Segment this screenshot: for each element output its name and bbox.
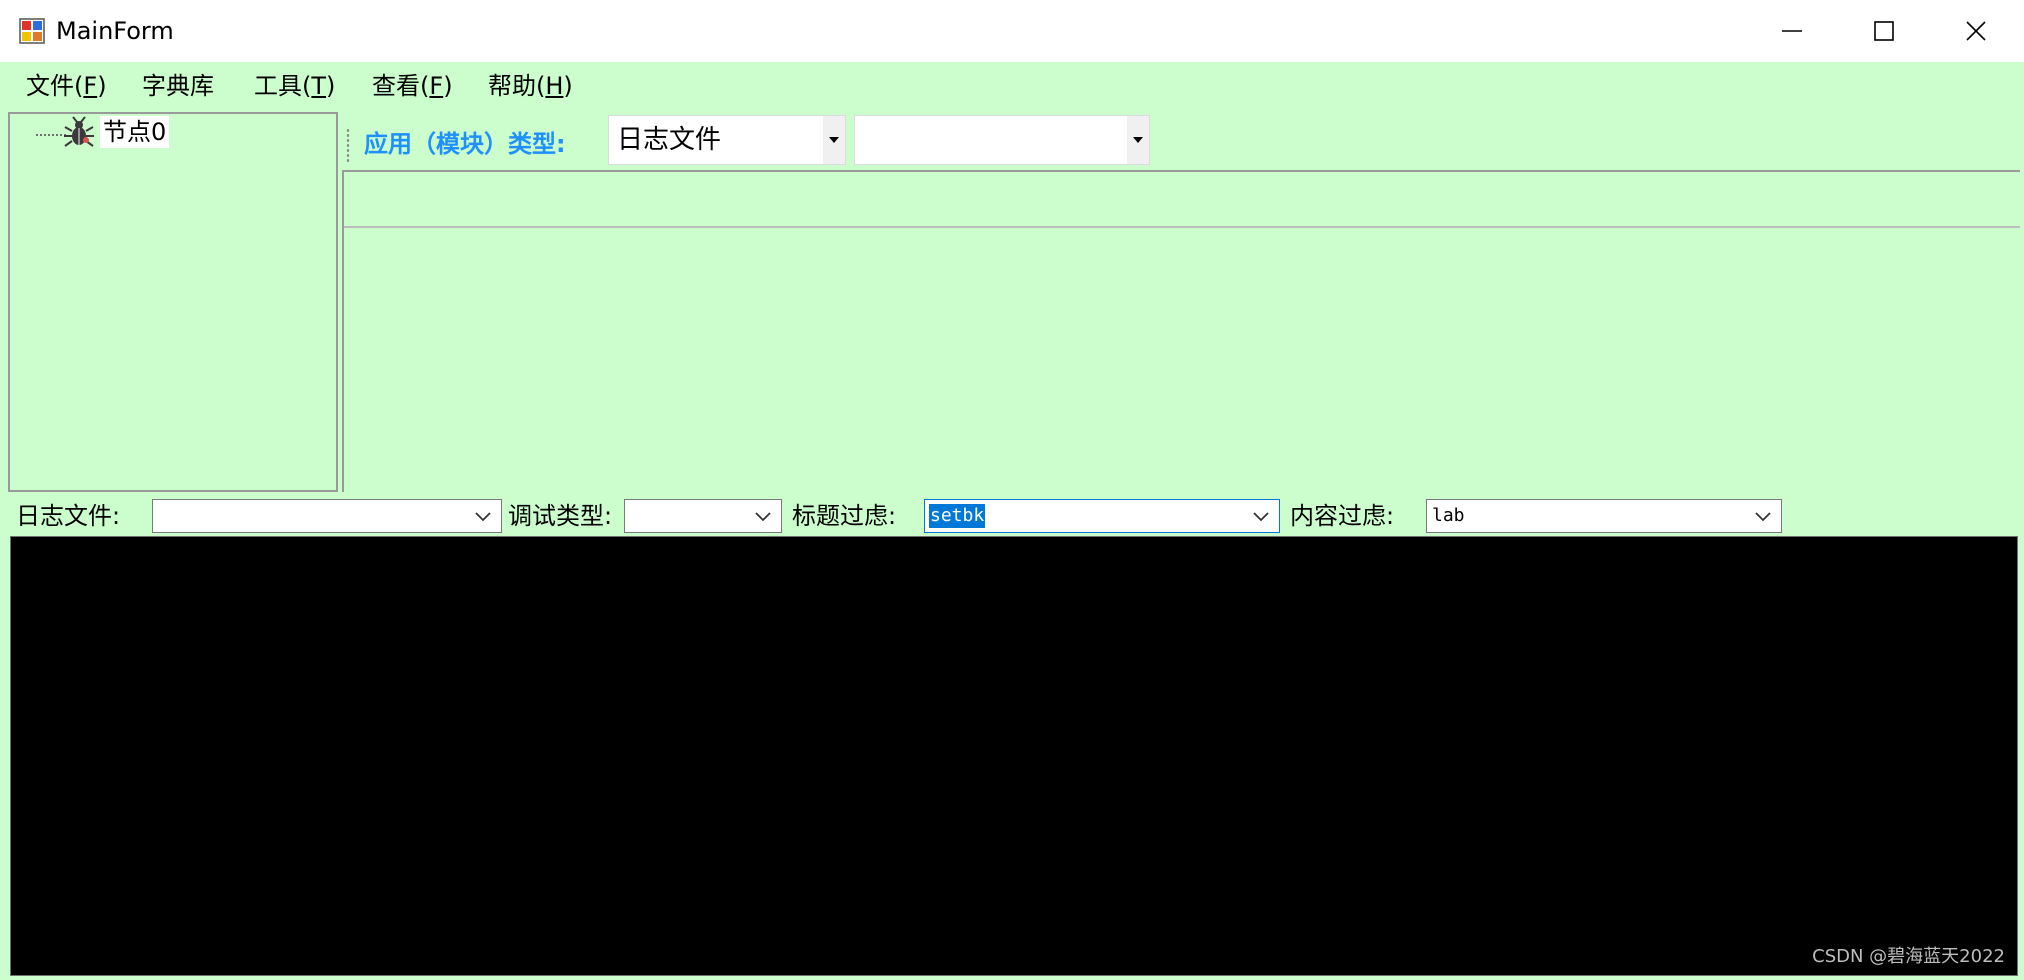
window-title: MainForm <box>56 17 174 45</box>
app-icon <box>19 18 45 44</box>
content-filter-label: 内容过虑: <box>1290 502 1395 530</box>
chevron-down-icon[interactable] <box>1751 504 1775 528</box>
module-dropdown-button[interactable] <box>1127 116 1149 164</box>
content-filter-combo[interactable]: lab <box>1426 499 1782 533</box>
maximize-button[interactable] <box>1838 0 1930 62</box>
title-filter-value[interactable]: setbk <box>929 504 986 528</box>
app-type-value: 日志文件 <box>617 125 722 155</box>
toolstrip-grip[interactable] <box>346 128 350 162</box>
window-body: 文件(F) 字典库 工具(T) 查看(F) 帮助(H) 节点0 应用（模块）类型… <box>0 62 2024 980</box>
bug-icon <box>64 116 94 147</box>
content-filter-value[interactable]: lab <box>1431 504 1466 528</box>
maximize-icon <box>1874 21 1894 41</box>
debug-type-label: 调试类型: <box>508 502 613 530</box>
title-filter-combo[interactable]: setbk <box>924 499 1280 533</box>
chevron-down-icon[interactable] <box>1249 504 1273 528</box>
menu-bar: 文件(F) 字典库 工具(T) 查看(F) 帮助(H) <box>0 62 2024 110</box>
app-type-combo[interactable]: 日志文件 <box>608 115 846 165</box>
menu-help[interactable]: 帮助(H) <box>482 70 579 102</box>
menu-tools[interactable]: 工具(T) <box>248 70 341 102</box>
close-icon <box>1966 21 1986 41</box>
log-file-label: 日志文件: <box>16 502 121 530</box>
tree-node-label[interactable]: 节点0 <box>100 116 170 148</box>
module-combo[interactable] <box>854 115 1150 165</box>
chevron-down-icon[interactable] <box>751 504 775 528</box>
watermark: CSDN @碧海蓝天2022 <box>1812 946 2005 967</box>
minimize-icon <box>1782 30 1802 32</box>
debug-type-combo[interactable] <box>624 499 782 533</box>
app-type-label: 应用（模块）类型: <box>364 130 566 158</box>
log-file-combo[interactable] <box>152 499 502 533</box>
close-button[interactable] <box>1930 0 2022 62</box>
app-type-dropdown-button[interactable] <box>823 116 845 164</box>
chevron-down-icon[interactable] <box>471 504 495 528</box>
content-panel <box>342 170 2020 492</box>
log-console[interactable]: CSDN @碧海蓝天2022 <box>10 536 2018 976</box>
minimize-button[interactable] <box>1746 0 1838 62</box>
dropdown-arrow-icon <box>1133 137 1143 143</box>
menu-view[interactable]: 查看(F) <box>366 70 459 102</box>
title-filter-label: 标题过虑: <box>792 502 897 530</box>
dropdown-arrow-icon <box>829 137 839 143</box>
menu-dictionary[interactable]: 字典库 <box>136 70 220 102</box>
title-bar: MainForm <box>0 0 2024 63</box>
menu-file[interactable]: 文件(F) <box>20 70 113 102</box>
tree-view[interactable]: 节点0 <box>8 112 338 492</box>
